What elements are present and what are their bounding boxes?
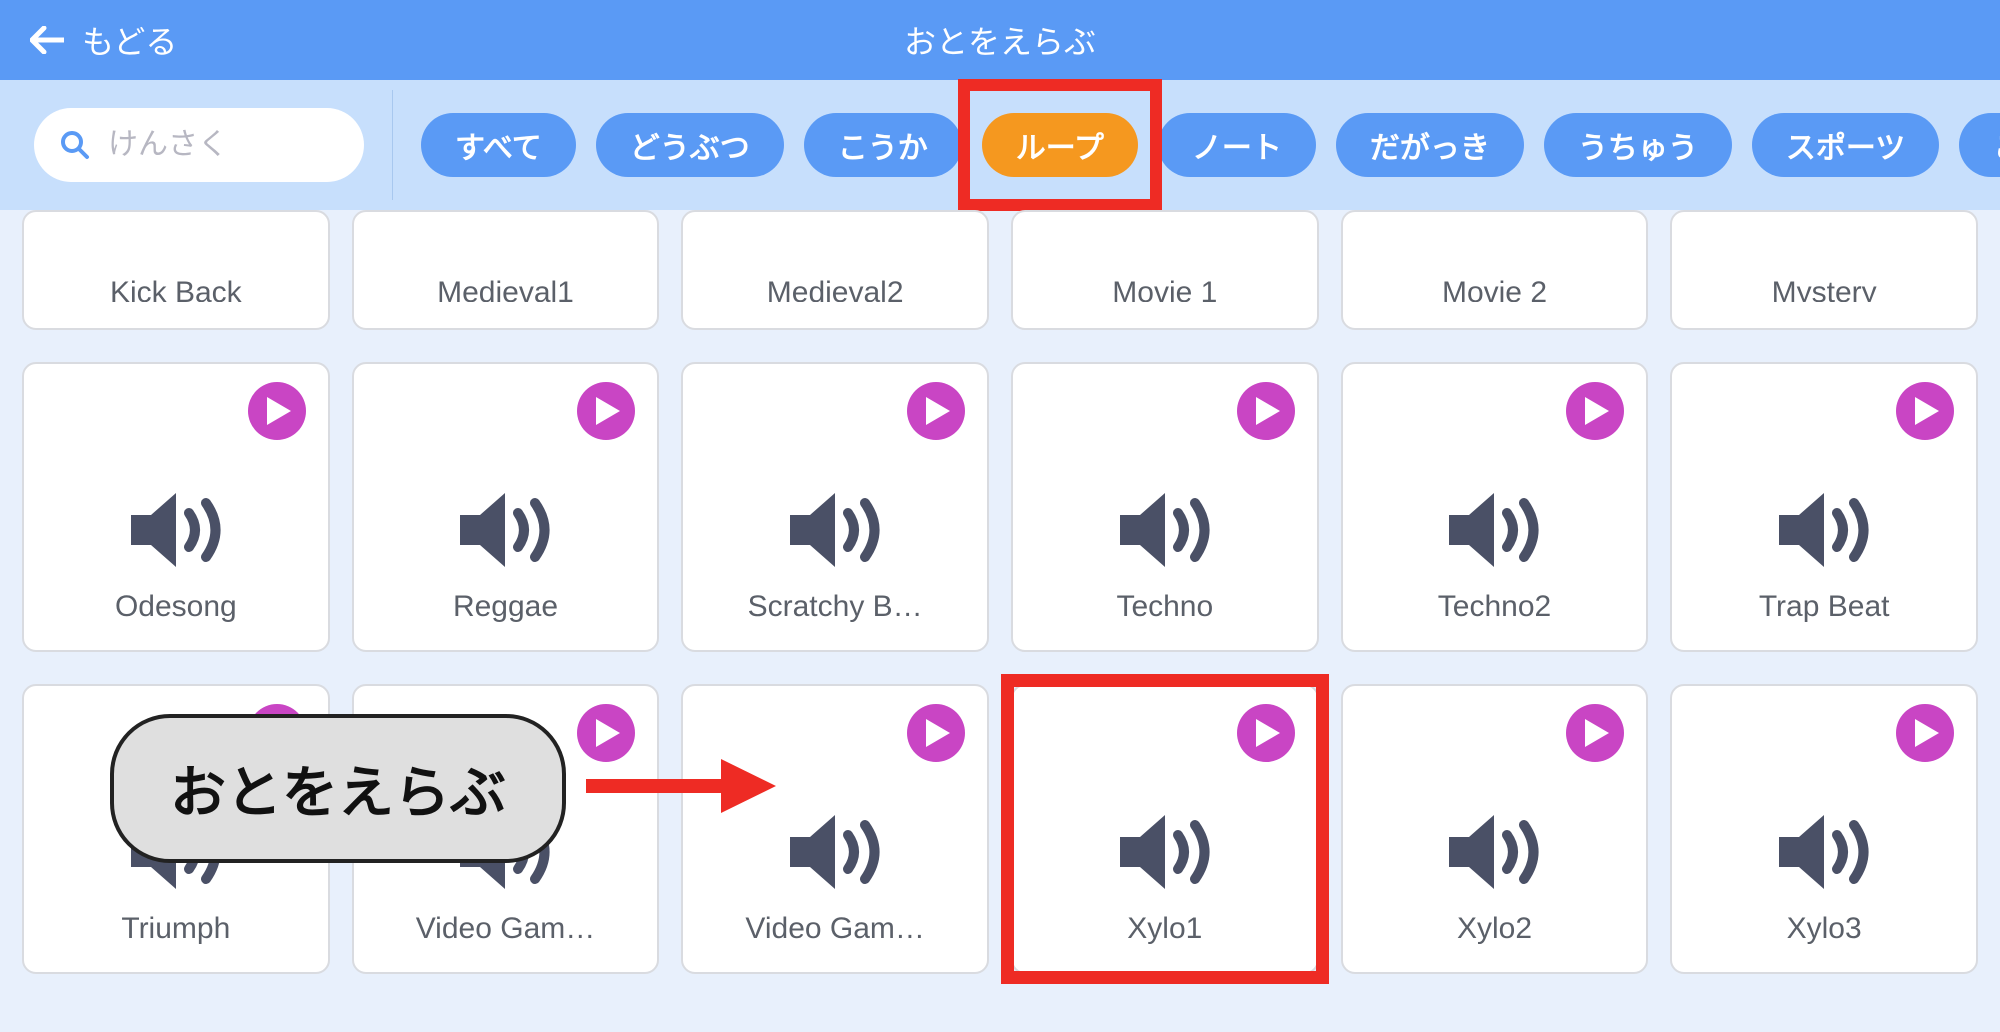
sound-card[interactable]: Xylo3 <box>1670 684 1978 974</box>
callout-annotation: おとをえらぶ <box>110 714 776 863</box>
sound-label: Trap Beat <box>1688 590 1961 624</box>
callout-text: おとをえらぶ <box>170 761 506 824</box>
play-button[interactable] <box>1237 704 1295 762</box>
sound-card[interactable]: Medieval1 <box>352 210 660 330</box>
filter-chips: すべてどうぶつこうかループノートだがっきうちゅうスポーツこえ <box>421 113 1966 177</box>
page-title: おとをえらぶ <box>904 17 1096 63</box>
sound-label: Video Gam… <box>369 912 642 946</box>
play-button[interactable] <box>907 382 965 440</box>
filter-chip-7[interactable]: スポーツ <box>1752 113 1939 177</box>
sound-icon <box>1439 485 1549 580</box>
sound-label: Video Gam… <box>699 912 972 946</box>
play-button[interactable] <box>577 382 635 440</box>
callout-arrow-icon <box>586 751 776 826</box>
sound-label: Xylo3 <box>1688 912 1961 946</box>
sound-card[interactable]: Techno <box>1011 362 1319 652</box>
sound-icon <box>121 485 231 580</box>
sound-card[interactable]: Mystery <box>1670 210 1978 330</box>
sound-card[interactable]: Xylo2 <box>1341 684 1649 974</box>
sound-icon <box>450 485 560 580</box>
sound-card[interactable]: Scratchy B… <box>681 362 989 652</box>
filter-chip-0[interactable]: すべて <box>421 113 576 177</box>
sound-label: Xylo1 <box>1028 912 1301 946</box>
play-button[interactable] <box>907 704 965 762</box>
sound-card[interactable]: Techno2 <box>1341 362 1649 652</box>
sound-label: Odesong <box>39 590 312 624</box>
sound-label: Reggae <box>369 590 642 624</box>
sound-card[interactable]: Xylo1 <box>1011 684 1319 974</box>
sound-card[interactable]: Trap Beat <box>1670 362 1978 652</box>
filter-bar: すべてどうぶつこうかループノートだがっきうちゅうスポーツこえ <box>0 80 2000 210</box>
sound-label: Movie 2 <box>1358 276 1631 302</box>
sound-label: Kick Back <box>39 276 312 302</box>
sound-icon <box>780 807 890 902</box>
callout-bubble: おとをえらぶ <box>110 714 566 863</box>
play-button[interactable] <box>1566 704 1624 762</box>
search-icon <box>60 130 90 160</box>
filter-chip-8[interactable]: こえ <box>1959 113 2000 177</box>
sound-card[interactable]: Movie 1 <box>1011 210 1319 330</box>
sound-grid-area: Kick Back Medieval1 Medieval2 Movie 1 Movie … <box>0 210 2000 974</box>
sound-label: Techno2 <box>1358 590 1631 624</box>
search-input[interactable] <box>108 128 338 162</box>
filter-chip-2[interactable]: こうか <box>804 113 962 177</box>
filter-chip-4[interactable]: ノート <box>1158 113 1316 177</box>
sound-card[interactable]: Movie 2 <box>1341 210 1649 330</box>
play-button[interactable] <box>1237 382 1295 440</box>
back-label: もどる <box>82 17 177 63</box>
header-bar: もどる おとをえらぶ <box>0 0 2000 80</box>
filter-chip-5[interactable]: だがっき <box>1336 113 1524 177</box>
sound-label: Xylo2 <box>1358 912 1631 946</box>
sound-icon <box>1110 485 1220 580</box>
sound-card[interactable]: Reggae <box>352 362 660 652</box>
sound-icon <box>1769 807 1879 902</box>
sound-icon <box>1439 807 1549 902</box>
sound-label: Techno <box>1028 590 1301 624</box>
play-button[interactable] <box>1896 704 1954 762</box>
sound-label: Triumph <box>39 912 312 946</box>
sound-icon <box>1110 807 1220 902</box>
sound-icon <box>780 485 890 580</box>
sound-label: Medieval2 <box>699 276 972 302</box>
sound-card[interactable]: Medieval2 <box>681 210 989 330</box>
sound-icon <box>1769 485 1879 580</box>
sound-label: Mystery <box>1688 276 1961 302</box>
sound-card[interactable]: Kick Back <box>22 210 330 330</box>
play-button[interactable] <box>1566 382 1624 440</box>
play-button[interactable] <box>248 382 306 440</box>
filter-chip-1[interactable]: どうぶつ <box>596 113 784 177</box>
sound-label: Scratchy B… <box>699 590 972 624</box>
back-button[interactable]: もどる <box>30 17 177 63</box>
sound-label: Medieval1 <box>369 276 642 302</box>
sound-card[interactable]: Odesong <box>22 362 330 652</box>
search-box[interactable] <box>34 108 364 182</box>
filter-chip-6[interactable]: うちゅう <box>1544 113 1732 177</box>
filter-divider <box>392 90 393 200</box>
sound-label: Movie 1 <box>1028 276 1301 302</box>
back-arrow-icon <box>30 26 64 54</box>
play-button[interactable] <box>1896 382 1954 440</box>
filter-chip-3[interactable]: ループ <box>982 113 1138 177</box>
